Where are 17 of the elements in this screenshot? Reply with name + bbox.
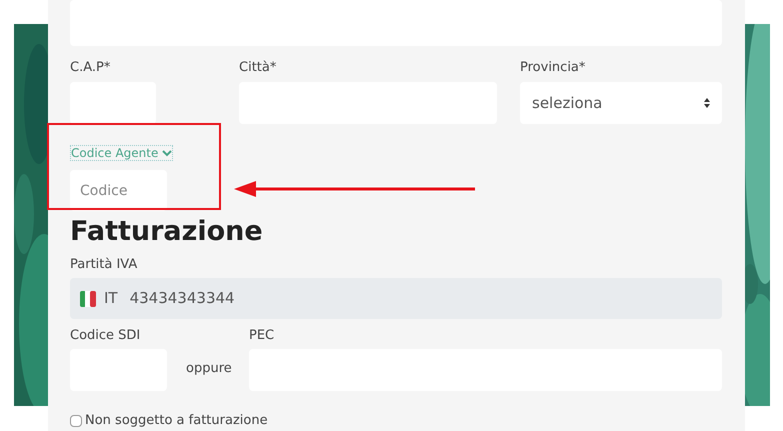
input-field[interactable]: Codice (70, 170, 167, 211)
field-label: Codice SDI (70, 328, 142, 344)
chevron-icon (162, 150, 172, 156)
sort-icon (704, 98, 710, 108)
field-value: 43434343344 (130, 288, 235, 310)
country-code: IT (104, 288, 118, 310)
field-label: Provincia* (520, 60, 586, 76)
flag-icon (80, 290, 96, 306)
field-label: Città* (239, 60, 278, 76)
field-label: Partità IVA (70, 257, 138, 273)
field-label: C.A.P* (70, 60, 112, 76)
field-label: PEC (249, 328, 276, 344)
input-field[interactable] (70, 82, 156, 124)
select-field[interactable]: seleziona (520, 82, 722, 124)
checkbox-label: Non soggetto a fatturazione (85, 412, 268, 430)
separator-text: oppure (186, 360, 232, 378)
section-heading: Fatturazione (70, 215, 264, 249)
